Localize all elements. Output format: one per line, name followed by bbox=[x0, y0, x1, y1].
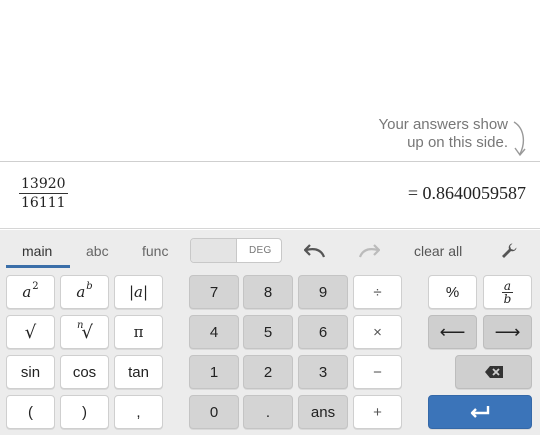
key-pi[interactable]: π bbox=[114, 315, 163, 349]
key-a-power-exp: b bbox=[86, 280, 93, 292]
keypad: main abc func DEG clear all a 2 a b |a| … bbox=[0, 230, 540, 435]
undo-button[interactable] bbox=[301, 239, 329, 263]
key-1[interactable]: 1 bbox=[189, 355, 239, 389]
fraction-numerator: 13920 bbox=[19, 176, 68, 194]
expression-row[interactable]: 13920 16111 = 0.8640059587 bbox=[0, 163, 540, 229]
key-backspace[interactable] bbox=[455, 355, 532, 389]
expression-fraction: 13920 16111 bbox=[19, 176, 68, 211]
answer-area: Your answers show up on this side. bbox=[0, 0, 540, 162]
key-a-squared[interactable]: a2 bbox=[6, 275, 55, 309]
key-multiply[interactable]: × bbox=[353, 315, 402, 349]
key-8[interactable]: 8 bbox=[243, 275, 293, 309]
key-3[interactable]: 3 bbox=[298, 355, 348, 389]
tab-main[interactable]: main bbox=[22, 243, 52, 259]
curved-down-arrow-icon bbox=[513, 121, 526, 157]
key-divide[interactable]: ÷ bbox=[353, 275, 402, 309]
hint-line-1: Your answers show bbox=[378, 116, 508, 133]
fraction-denominator: 16111 bbox=[21, 195, 66, 211]
key-nth-root[interactable]: n √ bbox=[60, 315, 109, 349]
redo-icon bbox=[358, 244, 380, 258]
key-plus[interactable]: + bbox=[353, 395, 402, 429]
backspace-icon bbox=[484, 366, 503, 378]
key-tan[interactable]: tan bbox=[114, 355, 163, 389]
key-a-power-b[interactable]: ab bbox=[60, 275, 109, 309]
fraction-template-num: a bbox=[501, 278, 514, 293]
expression-result: = 0.8640059587 bbox=[407, 183, 526, 203]
key-ans[interactable]: ans bbox=[298, 395, 348, 429]
fraction-template-den: b bbox=[503, 291, 512, 306]
key-absolute-value[interactable]: |a| bbox=[114, 275, 163, 309]
key-percent[interactable]: % bbox=[428, 275, 477, 309]
toggle-knob bbox=[191, 239, 237, 262]
key-sqrt[interactable]: √ bbox=[6, 315, 55, 349]
key-cos[interactable]: cos bbox=[60, 355, 109, 389]
key-a-squared-exp: 2 bbox=[32, 280, 39, 292]
clear-all-button[interactable]: clear all bbox=[414, 243, 462, 259]
key-5[interactable]: 5 bbox=[243, 315, 293, 349]
key-9[interactable]: 9 bbox=[298, 275, 348, 309]
key-6[interactable]: 6 bbox=[298, 315, 348, 349]
key-7[interactable]: 7 bbox=[189, 275, 239, 309]
keypad-tabs: main abc func DEG clear all bbox=[0, 230, 540, 270]
fraction-template: a b bbox=[501, 278, 514, 306]
enter-icon bbox=[470, 406, 490, 418]
calculator-app: Your answers show up on this side. 13920… bbox=[0, 0, 540, 435]
toggle-deg-label: DEG bbox=[249, 245, 272, 256]
key-a-squared-base: a bbox=[22, 283, 32, 301]
key-right-paren[interactable]: ) bbox=[60, 395, 109, 429]
active-tab-indicator bbox=[6, 265, 70, 268]
redo-button[interactable] bbox=[355, 239, 383, 263]
key-minus[interactable]: − bbox=[353, 355, 402, 389]
answers-hint: Your answers show up on this side. bbox=[378, 116, 508, 152]
key-cursor-right[interactable]: ⟶ bbox=[483, 315, 532, 349]
tab-abc[interactable]: abc bbox=[86, 243, 109, 259]
key-nth-root-index: n bbox=[77, 319, 84, 331]
settings-button[interactable] bbox=[496, 239, 522, 263]
key-fraction[interactable]: a b bbox=[483, 275, 532, 309]
undo-icon bbox=[304, 244, 326, 258]
key-4[interactable]: 4 bbox=[189, 315, 239, 349]
key-sin[interactable]: sin bbox=[6, 355, 55, 389]
tab-func[interactable]: func bbox=[142, 243, 168, 259]
wrench-icon bbox=[502, 243, 517, 258]
key-0[interactable]: 0 bbox=[189, 395, 239, 429]
key-decimal[interactable]: . bbox=[243, 395, 293, 429]
angle-mode-toggle[interactable]: DEG bbox=[190, 238, 282, 263]
key-left-paren[interactable]: ( bbox=[6, 395, 55, 429]
key-enter[interactable] bbox=[428, 395, 532, 429]
key-cursor-left[interactable]: ⟵ bbox=[428, 315, 477, 349]
key-2[interactable]: 2 bbox=[243, 355, 293, 389]
hint-line-2: up on this side. bbox=[407, 134, 508, 151]
key-a-power-base: a bbox=[76, 283, 86, 301]
key-comma[interactable]: , bbox=[114, 395, 163, 429]
